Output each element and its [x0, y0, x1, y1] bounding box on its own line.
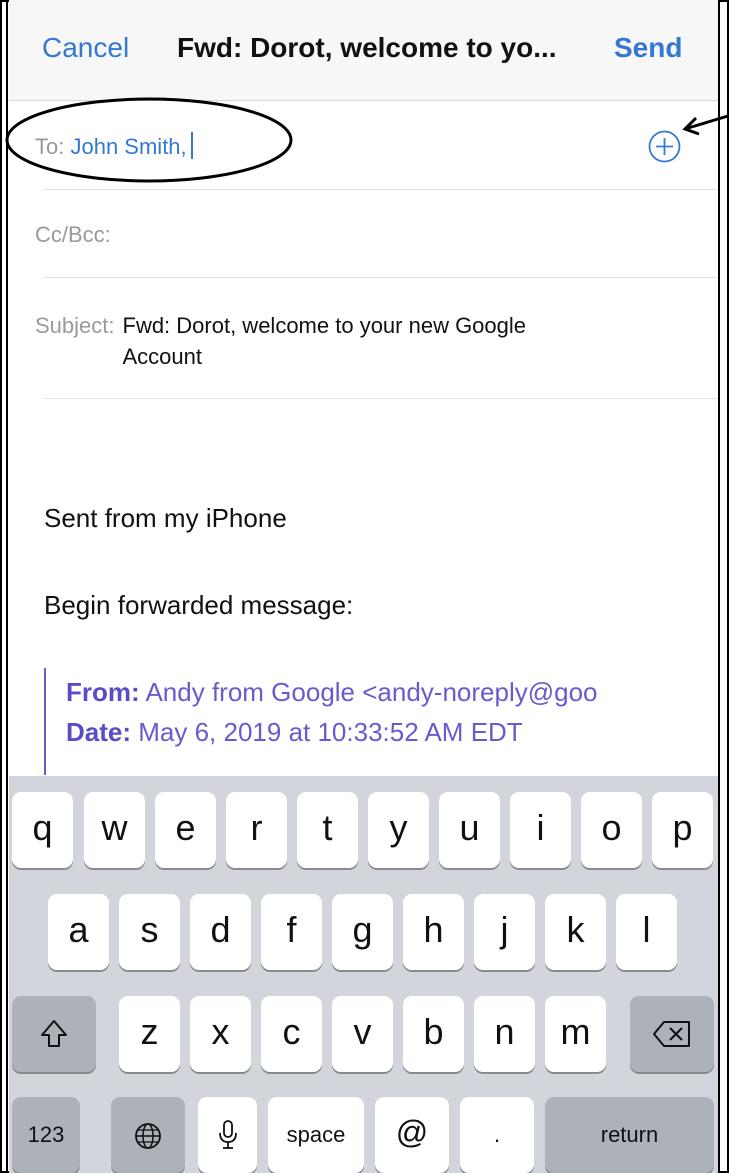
from-label: From: [66, 677, 140, 707]
date-line: Date: May 6, 2019 at 10:33:52 AM EDT [46, 712, 722, 752]
backspace-icon [653, 1021, 690, 1047]
period-key[interactable]: . [460, 1097, 534, 1173]
backspace-key[interactable] [630, 996, 714, 1072]
key-q[interactable]: q [12, 792, 73, 868]
key-w[interactable]: w [84, 792, 145, 868]
key-i[interactable]: i [510, 792, 571, 868]
key-n[interactable]: n [474, 996, 535, 1072]
microphone-icon [218, 1120, 237, 1149]
globe-key[interactable] [111, 1097, 185, 1173]
key-s[interactable]: s [119, 894, 180, 970]
separator [44, 277, 720, 278]
cc-bcc-label: Cc/Bcc: [35, 222, 111, 247]
space-key[interactable]: space [268, 1097, 364, 1173]
key-v[interactable]: v [332, 996, 393, 1072]
from-line: From: Andy from Google <andy-noreply@goo [46, 672, 722, 712]
compose-nav-bar: Cancel Fwd: Dorot, welcome to yo... Send [9, 0, 720, 101]
key-r[interactable]: r [226, 792, 287, 868]
key-t[interactable]: t [297, 792, 358, 868]
key-z[interactable]: z [119, 996, 180, 1072]
key-m[interactable]: m [545, 996, 606, 1072]
subject-value[interactable]: Fwd: Dorot, welcome to your new Google A… [123, 310, 603, 372]
date-value: May 6, 2019 at 10:33:52 AM EDT [138, 717, 523, 747]
cc-bcc-field[interactable]: Cc/Bcc: [35, 222, 111, 248]
annotation-circle [5, 97, 293, 183]
key-d[interactable]: d [190, 894, 251, 970]
subject-field[interactable]: Subject: Fwd: Dorot, welcome to your new… [35, 310, 603, 372]
globe-icon [135, 1123, 161, 1149]
shift-icon [41, 1020, 67, 1047]
forwarded-quote: From: Andy from Google <andy-noreply@goo… [44, 668, 722, 775]
key-k[interactable]: k [545, 894, 606, 970]
key-b[interactable]: b [403, 996, 464, 1072]
key-e[interactable]: e [155, 792, 216, 868]
keyboard: q w e r t y u i o p a s d f g h j k l z … [9, 776, 720, 1173]
forwarded-header[interactable]: Begin forwarded message: [44, 590, 353, 621]
date-label: Date: [66, 717, 132, 747]
cancel-button[interactable]: Cancel [42, 32, 129, 64]
annotation-arrow [682, 114, 729, 136]
separator [44, 189, 720, 190]
separator [44, 398, 720, 399]
key-x[interactable]: x [190, 996, 251, 1072]
key-h[interactable]: h [403, 894, 464, 970]
numbers-key[interactable]: 123 [12, 1097, 80, 1173]
shift-key[interactable] [12, 996, 96, 1072]
subject-label: Subject: [35, 313, 115, 338]
key-a[interactable]: a [48, 894, 109, 970]
compose-title: Fwd: Dorot, welcome to yo... [177, 32, 557, 63]
key-f[interactable]: f [261, 894, 322, 970]
key-p[interactable]: p [652, 792, 713, 868]
key-g[interactable]: g [332, 894, 393, 970]
add-contact-icon[interactable] [648, 130, 681, 163]
from-value: Andy from Google <andy-noreply@goo [145, 677, 598, 707]
return-key[interactable]: return [545, 1097, 714, 1173]
key-l[interactable]: l [616, 894, 677, 970]
key-c[interactable]: c [261, 996, 322, 1072]
send-button[interactable]: Send [614, 32, 682, 64]
key-o[interactable]: o [581, 792, 642, 868]
signature-text[interactable]: Sent from my iPhone [44, 503, 287, 534]
key-y[interactable]: y [368, 792, 429, 868]
key-j[interactable]: j [474, 894, 535, 970]
dictation-key[interactable] [198, 1097, 257, 1173]
at-key[interactable]: @ [375, 1097, 449, 1173]
key-u[interactable]: u [439, 792, 500, 868]
